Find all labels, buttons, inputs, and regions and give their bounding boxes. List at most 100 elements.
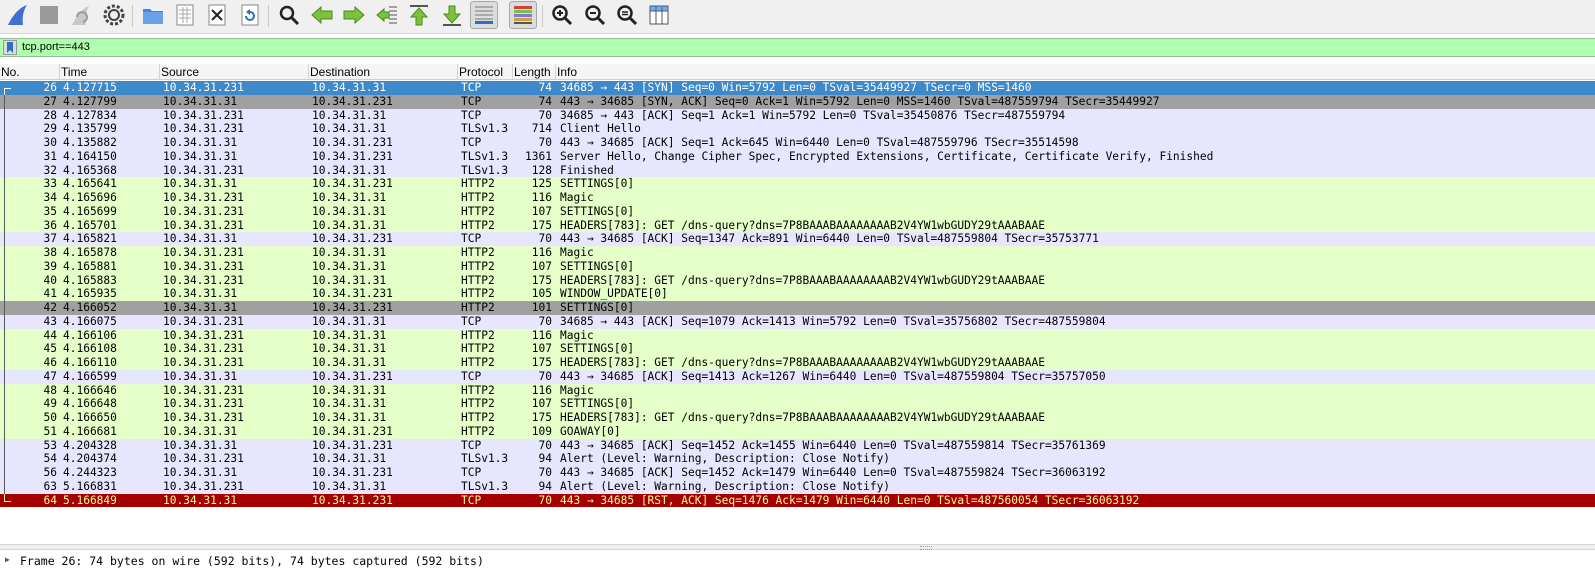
table-row[interactable]: 47 4.166599 10.34.31.31 10.34.31.231 TCP 70 44… xyxy=(0,369,1595,384)
table-row[interactable]: 45 4.166108 10.34.31.231 10.34.31.31 HTTP2 10… xyxy=(0,342,1595,356)
packet-info: 34685 → 443 [ACK] Seq=1079 Ack=1413 Win=… xyxy=(560,314,1106,328)
table-row[interactable]: 49 4.166648 10.34.31.231 10.34.31.31 HTTP2 10… xyxy=(0,397,1595,411)
packet-length: 74 xyxy=(538,81,552,94)
frame-summary-item[interactable]: Frame 26: 74 bytes on wire (592 bits), 7… xyxy=(20,554,484,568)
table-row[interactable]: 48 4.166646 10.34.31.231 10.34.31.31 HTTP2 11… xyxy=(0,383,1595,398)
first-packet-button[interactable] xyxy=(405,1,433,29)
expand-arrow-icon[interactable]: ▶ xyxy=(5,555,10,564)
packet-list-header: No. Time Source Destination Protocol Len… xyxy=(0,64,1595,80)
table-row[interactable]: 32 4.165368 10.34.31.231 10.34.31.31 TLSv1.3… xyxy=(0,163,1595,178)
table-row[interactable]: 63 5.166831 10.34.31.231 10.34.31.31 TLSv1.3… xyxy=(0,479,1595,494)
packet-time: 4.165878 xyxy=(63,246,117,259)
table-row[interactable]: 50 4.166650 10.34.31.231 10.34.31.31 HTTP2 17… xyxy=(0,411,1595,425)
table-row[interactable]: 42 4.166052 10.34.31.31 10.34.31.231 HTTP2 10… xyxy=(0,301,1595,315)
display-filter-input[interactable]: tcp.port==443 xyxy=(22,39,90,56)
packet-number: 64 xyxy=(43,493,57,507)
go-to-packet-button[interactable] xyxy=(373,1,401,29)
packet-destination: 10.34.31.31 xyxy=(312,383,387,397)
go-forward-button[interactable] xyxy=(340,1,368,29)
stop-capture-button[interactable] xyxy=(35,1,63,29)
table-row[interactable]: 38 4.165878 10.34.31.231 10.34.31.31 HTTP2 11… xyxy=(0,246,1595,260)
table-row[interactable]: 29 4.135799 10.34.31.231 10.34.31.31 TLSv1.3… xyxy=(0,122,1595,136)
packet-time: 4.165368 xyxy=(63,163,117,177)
normal-size-button[interactable] xyxy=(613,1,641,29)
table-row[interactable]: 54 4.204374 10.34.31.231 10.34.31.31 TLSv1.3… xyxy=(0,452,1595,466)
find-packet-button[interactable] xyxy=(275,1,303,29)
packet-number: 56 xyxy=(43,466,57,479)
column-header-info[interactable]: Info xyxy=(556,64,1595,80)
close-file-button[interactable] xyxy=(203,1,231,29)
packet-time: 4.164150 xyxy=(63,149,117,163)
packet-number: 32 xyxy=(43,163,57,177)
restart-capture-button[interactable] xyxy=(67,1,95,29)
column-header-destination[interactable]: Destination xyxy=(309,64,458,80)
autoscroll-toggle[interactable] xyxy=(470,1,498,29)
packet-time: 4.135882 xyxy=(63,136,117,149)
table-row[interactable]: 34 4.165696 10.34.31.231 10.34.31.31 HTTP2 11… xyxy=(0,191,1595,205)
colorize-toggle[interactable] xyxy=(509,1,537,29)
table-row[interactable]: 51 4.166681 10.34.31.31 10.34.31.231 HTTP2 10… xyxy=(0,424,1595,439)
packet-time: 4.166110 xyxy=(63,356,117,369)
packet-length: 107 xyxy=(531,204,552,218)
packet-info: Client Hello xyxy=(560,122,641,136)
packet-destination: 10.34.31.231 xyxy=(312,149,393,163)
table-row[interactable]: 27 4.127799 10.34.31.31 10.34.31.231 TCP 74 44… xyxy=(0,94,1595,109)
table-row[interactable]: 46 4.166110 10.34.31.231 10.34.31.31 HTTP2 17… xyxy=(0,356,1595,370)
column-header-no[interactable]: No. xyxy=(0,64,60,80)
packet-source: 10.34.31.31 xyxy=(163,136,238,149)
packet-protocol: TCP xyxy=(461,369,482,383)
packet-destination: 10.34.31.31 xyxy=(312,479,387,493)
column-header-length[interactable]: Length xyxy=(513,64,556,80)
packet-destination: 10.34.31.31 xyxy=(312,163,387,177)
open-file-button[interactable] xyxy=(139,1,167,29)
packet-time: 4.166648 xyxy=(63,397,117,411)
packet-destination: 10.34.31.231 xyxy=(312,424,393,438)
table-row[interactable]: 36 4.165701 10.34.31.231 10.34.31.31 HTTP2 17… xyxy=(0,218,1595,233)
packet-destination: 10.34.31.231 xyxy=(312,369,393,383)
save-file-button[interactable] xyxy=(171,1,199,29)
packet-protocol: TLSv1.3 xyxy=(461,149,509,163)
table-row[interactable]: 33 4.165641 10.34.31.31 10.34.31.231 HTTP2 12… xyxy=(0,177,1595,191)
column-header-protocol[interactable]: Protocol xyxy=(458,64,513,80)
packet-protocol: TLSv1.3 xyxy=(461,163,509,177)
table-row[interactable]: 53 4.204328 10.34.31.31 10.34.31.231 TCP 70 44… xyxy=(0,438,1595,453)
last-packet-button[interactable] xyxy=(438,1,466,29)
table-row[interactable]: 41 4.165935 10.34.31.31 10.34.31.231 HTTP2 10… xyxy=(0,287,1595,301)
table-row[interactable]: 64 5.166849 10.34.31.31 10.34.31.231 TCP 70 44… xyxy=(0,493,1595,508)
packet-source: 10.34.31.31 xyxy=(163,369,238,383)
packet-number: 47 xyxy=(43,369,57,383)
packet-info: Magic xyxy=(560,383,594,397)
table-row[interactable]: 56 4.244323 10.34.31.31 10.34.31.231 TCP 70 44… xyxy=(0,466,1595,480)
column-header-time[interactable]: Time xyxy=(60,64,160,80)
table-row[interactable]: 44 4.166106 10.34.31.231 10.34.31.31 HTTP2 11… xyxy=(0,328,1595,343)
table-row[interactable]: 26 4.127715 10.34.31.231 10.34.31.31 TCP 74 34… xyxy=(0,81,1595,96)
packet-source: 10.34.31.231 xyxy=(163,479,244,493)
zoom-out-button[interactable] xyxy=(581,1,609,29)
zoom-in-button[interactable] xyxy=(548,1,576,29)
filter-bookmark-button[interactable] xyxy=(3,40,17,55)
capture-options-button[interactable] xyxy=(100,1,128,29)
reload-file-button[interactable] xyxy=(236,1,264,29)
table-row[interactable]: 43 4.166075 10.34.31.231 10.34.31.31 TCP 70 34… xyxy=(0,314,1595,329)
packet-source: 10.34.31.31 xyxy=(163,177,238,191)
restart-fin-icon xyxy=(69,3,93,27)
table-row[interactable]: 35 4.165699 10.34.31.231 10.34.31.31 HTTP2 10… xyxy=(0,204,1595,219)
table-row[interactable]: 31 4.164150 10.34.31.31 10.34.31.231 TLSv1.3… xyxy=(0,149,1595,164)
packet-number: 38 xyxy=(43,246,57,259)
table-row[interactable]: 37 4.165821 10.34.31.31 10.34.31.231 TCP 70 44… xyxy=(0,232,1595,246)
goto-packet-icon xyxy=(375,3,399,27)
packet-length: 109 xyxy=(531,424,552,438)
table-row[interactable]: 28 4.127834 10.34.31.231 10.34.31.31 TCP 70 34… xyxy=(0,108,1595,123)
packet-protocol: HTTP2 xyxy=(461,287,495,301)
table-row[interactable]: 30 4.135882 10.34.31.31 10.34.31.231 TCP 70 44… xyxy=(0,136,1595,150)
resize-columns-button[interactable] xyxy=(645,1,673,29)
packet-protocol: HTTP2 xyxy=(461,218,495,232)
start-capture-button[interactable] xyxy=(4,1,32,29)
packet-time: 4.165641 xyxy=(63,177,117,191)
table-row[interactable]: 39 4.165881 10.34.31.231 10.34.31.31 HTTP2 10… xyxy=(0,259,1595,274)
packet-destination: 10.34.31.231 xyxy=(312,287,393,301)
table-row[interactable]: 40 4.165883 10.34.31.231 10.34.31.31 HTTP2 17… xyxy=(0,273,1595,288)
go-back-button[interactable] xyxy=(308,1,336,29)
packet-length: 116 xyxy=(531,191,552,204)
column-header-source[interactable]: Source xyxy=(160,64,309,80)
